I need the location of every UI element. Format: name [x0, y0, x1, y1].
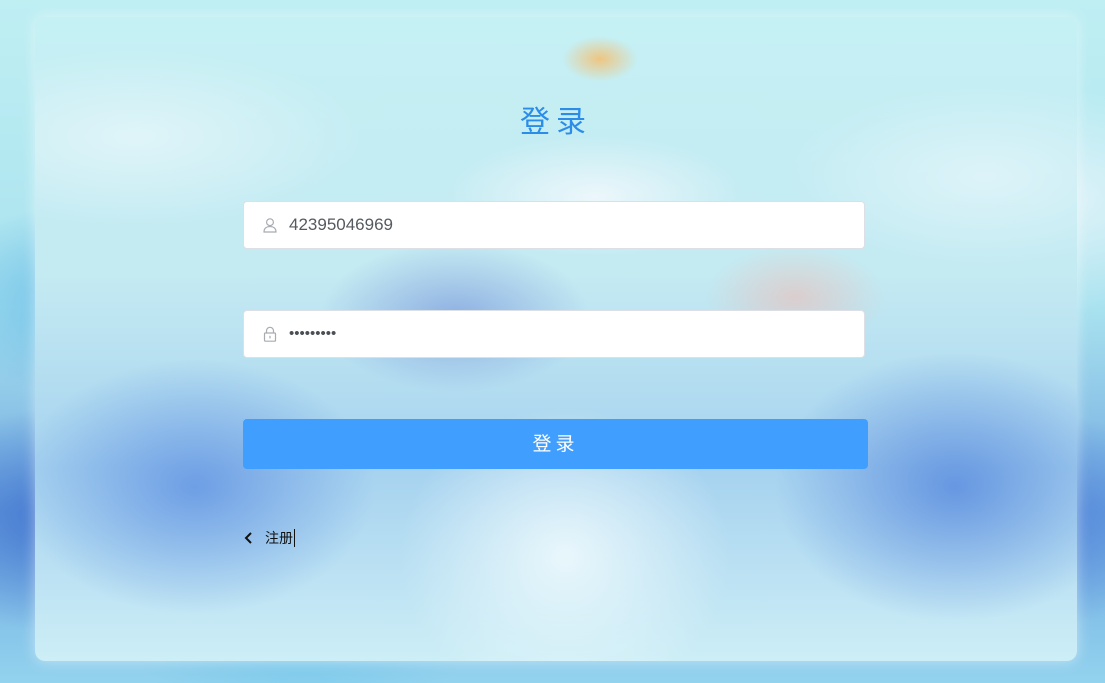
- username-input[interactable]: 42395046969: [289, 202, 393, 248]
- login-card: 登录 42395046969 ••••••••• 登录 注册: [35, 17, 1077, 661]
- lock-icon: [262, 326, 278, 342]
- page-title: 登录: [520, 105, 592, 140]
- login-button[interactable]: 登录: [243, 419, 868, 469]
- register-label: 注册: [265, 531, 293, 547]
- username-field[interactable]: 42395046969: [243, 201, 865, 249]
- chevron-left-icon: [243, 531, 255, 545]
- user-icon: [262, 217, 278, 233]
- password-input[interactable]: •••••••••: [289, 311, 336, 357]
- password-field[interactable]: •••••••••: [243, 310, 865, 358]
- text-cursor: [294, 529, 295, 547]
- register-link[interactable]: 注册: [243, 527, 295, 549]
